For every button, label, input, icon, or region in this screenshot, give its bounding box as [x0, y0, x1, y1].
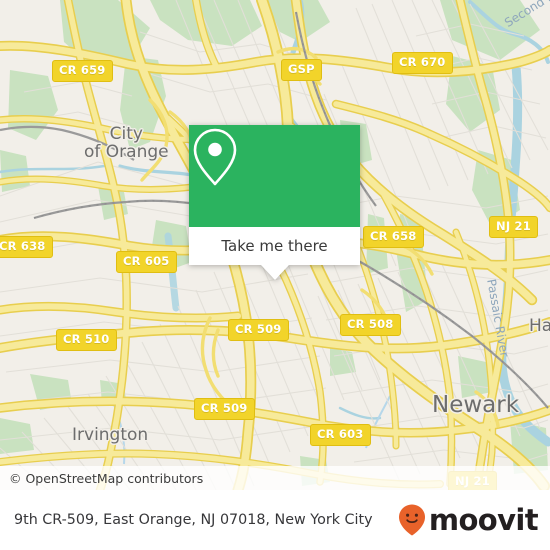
map-canvas[interactable]: City of Orange Irvington Newark Ha Secon… — [0, 0, 550, 490]
moovit-smiley-pin-icon — [398, 504, 425, 536]
map-pin-icon — [193, 128, 237, 186]
destination-popup-card[interactable]: Take me there — [189, 125, 360, 280]
popup-pin-area — [189, 125, 360, 227]
popup-tail — [260, 265, 289, 280]
address-text: 9th CR-509, East Orange, NJ 07018, New Y… — [14, 512, 373, 528]
take-me-there-button[interactable]: Take me there — [189, 227, 360, 265]
footer-bar: 9th CR-509, East Orange, NJ 07018, New Y… — [0, 490, 550, 550]
moovit-wordmark: moovit — [428, 502, 539, 537]
map-screenshot: City of Orange Irvington Newark Ha Secon… — [0, 0, 550, 550]
osm-attribution-text[interactable]: © OpenStreetMap contributors — [0, 471, 203, 486]
moovit-logo[interactable]: moovit — [397, 502, 539, 537]
take-me-there-label: Take me there — [221, 237, 328, 255]
map-attribution-bar: © OpenStreetMap contributors — [0, 466, 550, 490]
